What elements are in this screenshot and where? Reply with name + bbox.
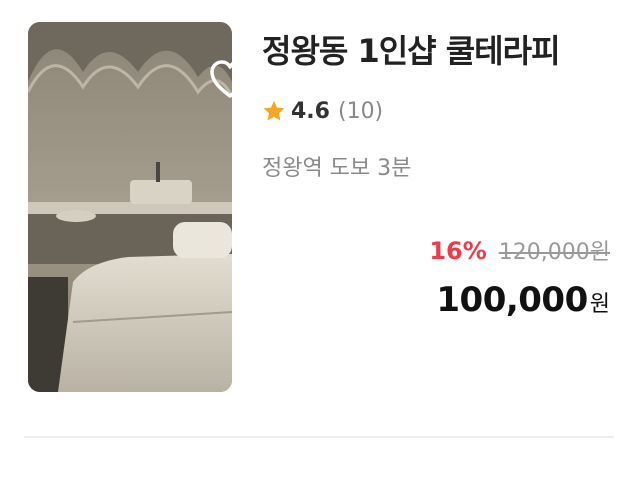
discount-row: 16% 120,000원: [429, 234, 610, 266]
heart-outline-icon[interactable]: [208, 58, 232, 102]
review-count: (10): [337, 98, 384, 124]
spa-room-photo: [28, 22, 232, 392]
final-price-currency: 원: [589, 292, 610, 317]
product-card[interactable]: 정왕동 1인샵 쿨테라피 4.6 (10) 정왕역 도보 3분 16% 120,…: [0, 0, 640, 480]
star-icon: [263, 100, 285, 121]
product-image[interactable]: [28, 22, 232, 392]
discount-rate: 16%: [429, 237, 487, 265]
original-price: 120,000원: [498, 240, 610, 265]
divider: [24, 436, 614, 438]
rating-value: 4.6: [291, 98, 330, 124]
product-title[interactable]: 정왕동 1인샵 쿨테라피: [262, 26, 561, 72]
final-price-row: 100,000 원: [436, 280, 610, 320]
final-price: 100,000: [436, 280, 588, 320]
location-text: 정왕역 도보 3분: [262, 156, 412, 181]
rating-row: 4.6 (10): [262, 96, 383, 126]
